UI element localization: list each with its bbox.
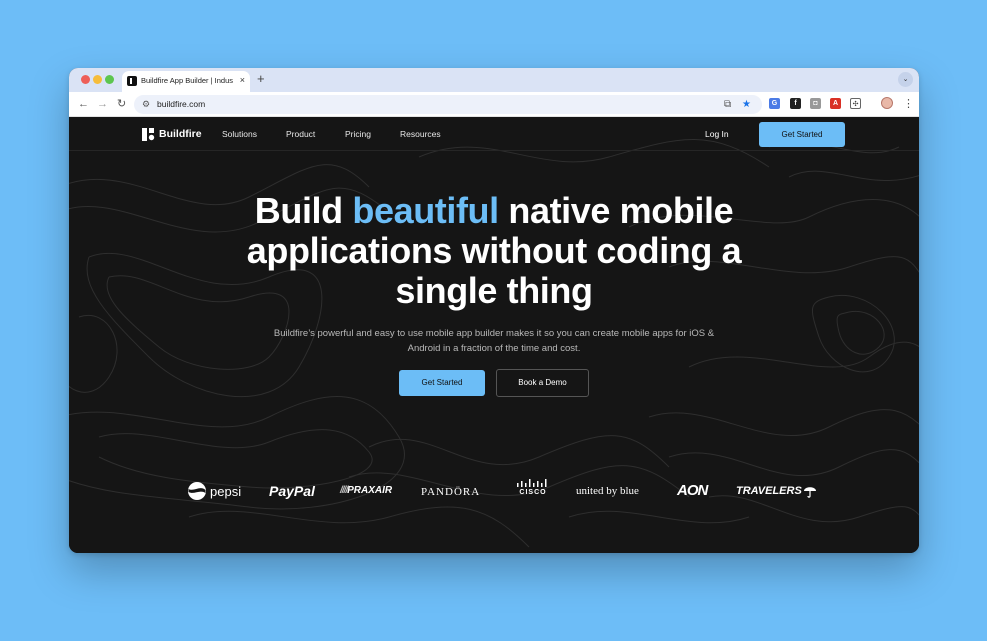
- hero-title: Build beautiful native mobile applicatio…: [194, 191, 794, 311]
- nav-get-started-button[interactable]: Get Started: [759, 122, 845, 147]
- buildfire-favicon-icon: [127, 76, 137, 86]
- login-link[interactable]: Log In: [705, 129, 729, 140]
- paypal-logo: PayPal: [269, 483, 315, 499]
- buildfire-logo-icon[interactable]: [142, 128, 155, 141]
- nav-link-pricing[interactable]: Pricing: [345, 129, 371, 140]
- praxair-logo: ////PRAXAIR: [340, 485, 393, 496]
- cisco-bars-icon: [517, 479, 547, 487]
- travelers-wordmark: TRAVELERS: [736, 485, 802, 497]
- tab-strip: Buildfire App Builder | Indust × + ⌄: [69, 68, 919, 92]
- address-bar[interactable]: ⚙ buildfire.com ⧉ ★: [134, 95, 762, 114]
- tab-search-button[interactable]: ⌄: [898, 72, 913, 87]
- browser-menu-icon[interactable]: ⋮: [903, 96, 914, 112]
- client-logos: pepsi PayPal ////PRAXAIR PANDÖRA CISCO u…: [69, 479, 919, 511]
- browser-window: Buildfire App Builder | Indust × + ⌄ ← →…: [69, 68, 919, 553]
- aon-logo: AON: [677, 482, 708, 499]
- tune-icon[interactable]: ⚙: [142, 99, 150, 110]
- tab-title: Buildfire App Builder | Indust: [141, 76, 233, 85]
- pepsi-logo: pepsi: [187, 481, 241, 501]
- book-demo-button[interactable]: Book a Demo: [496, 369, 589, 397]
- font-extension-icon[interactable]: f: [790, 98, 801, 109]
- pdf-extension-icon[interactable]: A: [830, 98, 841, 109]
- hero-title-start: Build: [254, 190, 353, 231]
- puzzle-icon[interactable]: ✣: [850, 98, 861, 109]
- united-by-blue-logo: united by blue: [576, 485, 639, 497]
- browser-toolbar: ← → ↻ ⚙ buildfire.com ⧉ ★ G f ◘ A ✣ ⋮: [69, 92, 919, 117]
- hero-subtitle: Buildfire’s powerful and easy to use mob…: [273, 328, 715, 354]
- site-navbar: Buildfire Solutions Product Pricing Reso…: [69, 117, 919, 151]
- tab-close-icon[interactable]: ×: [240, 74, 245, 86]
- camera-extension-icon[interactable]: ◘: [810, 98, 821, 109]
- nav-link-solutions[interactable]: Solutions: [222, 129, 257, 140]
- close-window-button[interactable]: [81, 75, 90, 84]
- minimize-window-button[interactable]: [93, 75, 102, 84]
- hero-get-started-button[interactable]: Get Started: [399, 370, 485, 396]
- url-text[interactable]: buildfire.com: [157, 99, 205, 110]
- reload-icon[interactable]: ↻: [117, 96, 126, 112]
- back-arrow-icon[interactable]: ←: [78, 96, 89, 112]
- praxair-wordmark: PRAXAIR: [347, 485, 393, 496]
- profile-avatar[interactable]: [881, 97, 893, 109]
- pepsi-globe-icon: [188, 482, 206, 500]
- nav-link-product[interactable]: Product: [286, 129, 315, 140]
- maximize-window-button[interactable]: [105, 75, 114, 84]
- translate-extension-icon[interactable]: G: [769, 98, 780, 109]
- pepsi-wordmark: pepsi: [210, 483, 242, 499]
- pandora-logo: PANDÖRA: [421, 486, 481, 498]
- logo-text[interactable]: Buildfire: [159, 127, 202, 141]
- nav-link-resources[interactable]: Resources: [400, 129, 441, 140]
- hero-title-accent: beautiful: [352, 190, 499, 231]
- travelers-logo: TRAVELERS: [736, 484, 817, 498]
- new-tab-button[interactable]: +: [257, 71, 265, 87]
- star-icon[interactable]: ★: [742, 98, 751, 111]
- translate-icon[interactable]: ⧉: [724, 98, 731, 111]
- webpage: Buildfire Solutions Product Pricing Reso…: [69, 117, 919, 553]
- cisco-wordmark: CISCO: [519, 489, 547, 496]
- browser-tab[interactable]: Buildfire App Builder | Indust ×: [122, 71, 250, 92]
- cisco-logo: CISCO: [516, 479, 550, 498]
- forward-arrow-icon[interactable]: →: [97, 96, 108, 112]
- umbrella-icon: [803, 487, 816, 498]
